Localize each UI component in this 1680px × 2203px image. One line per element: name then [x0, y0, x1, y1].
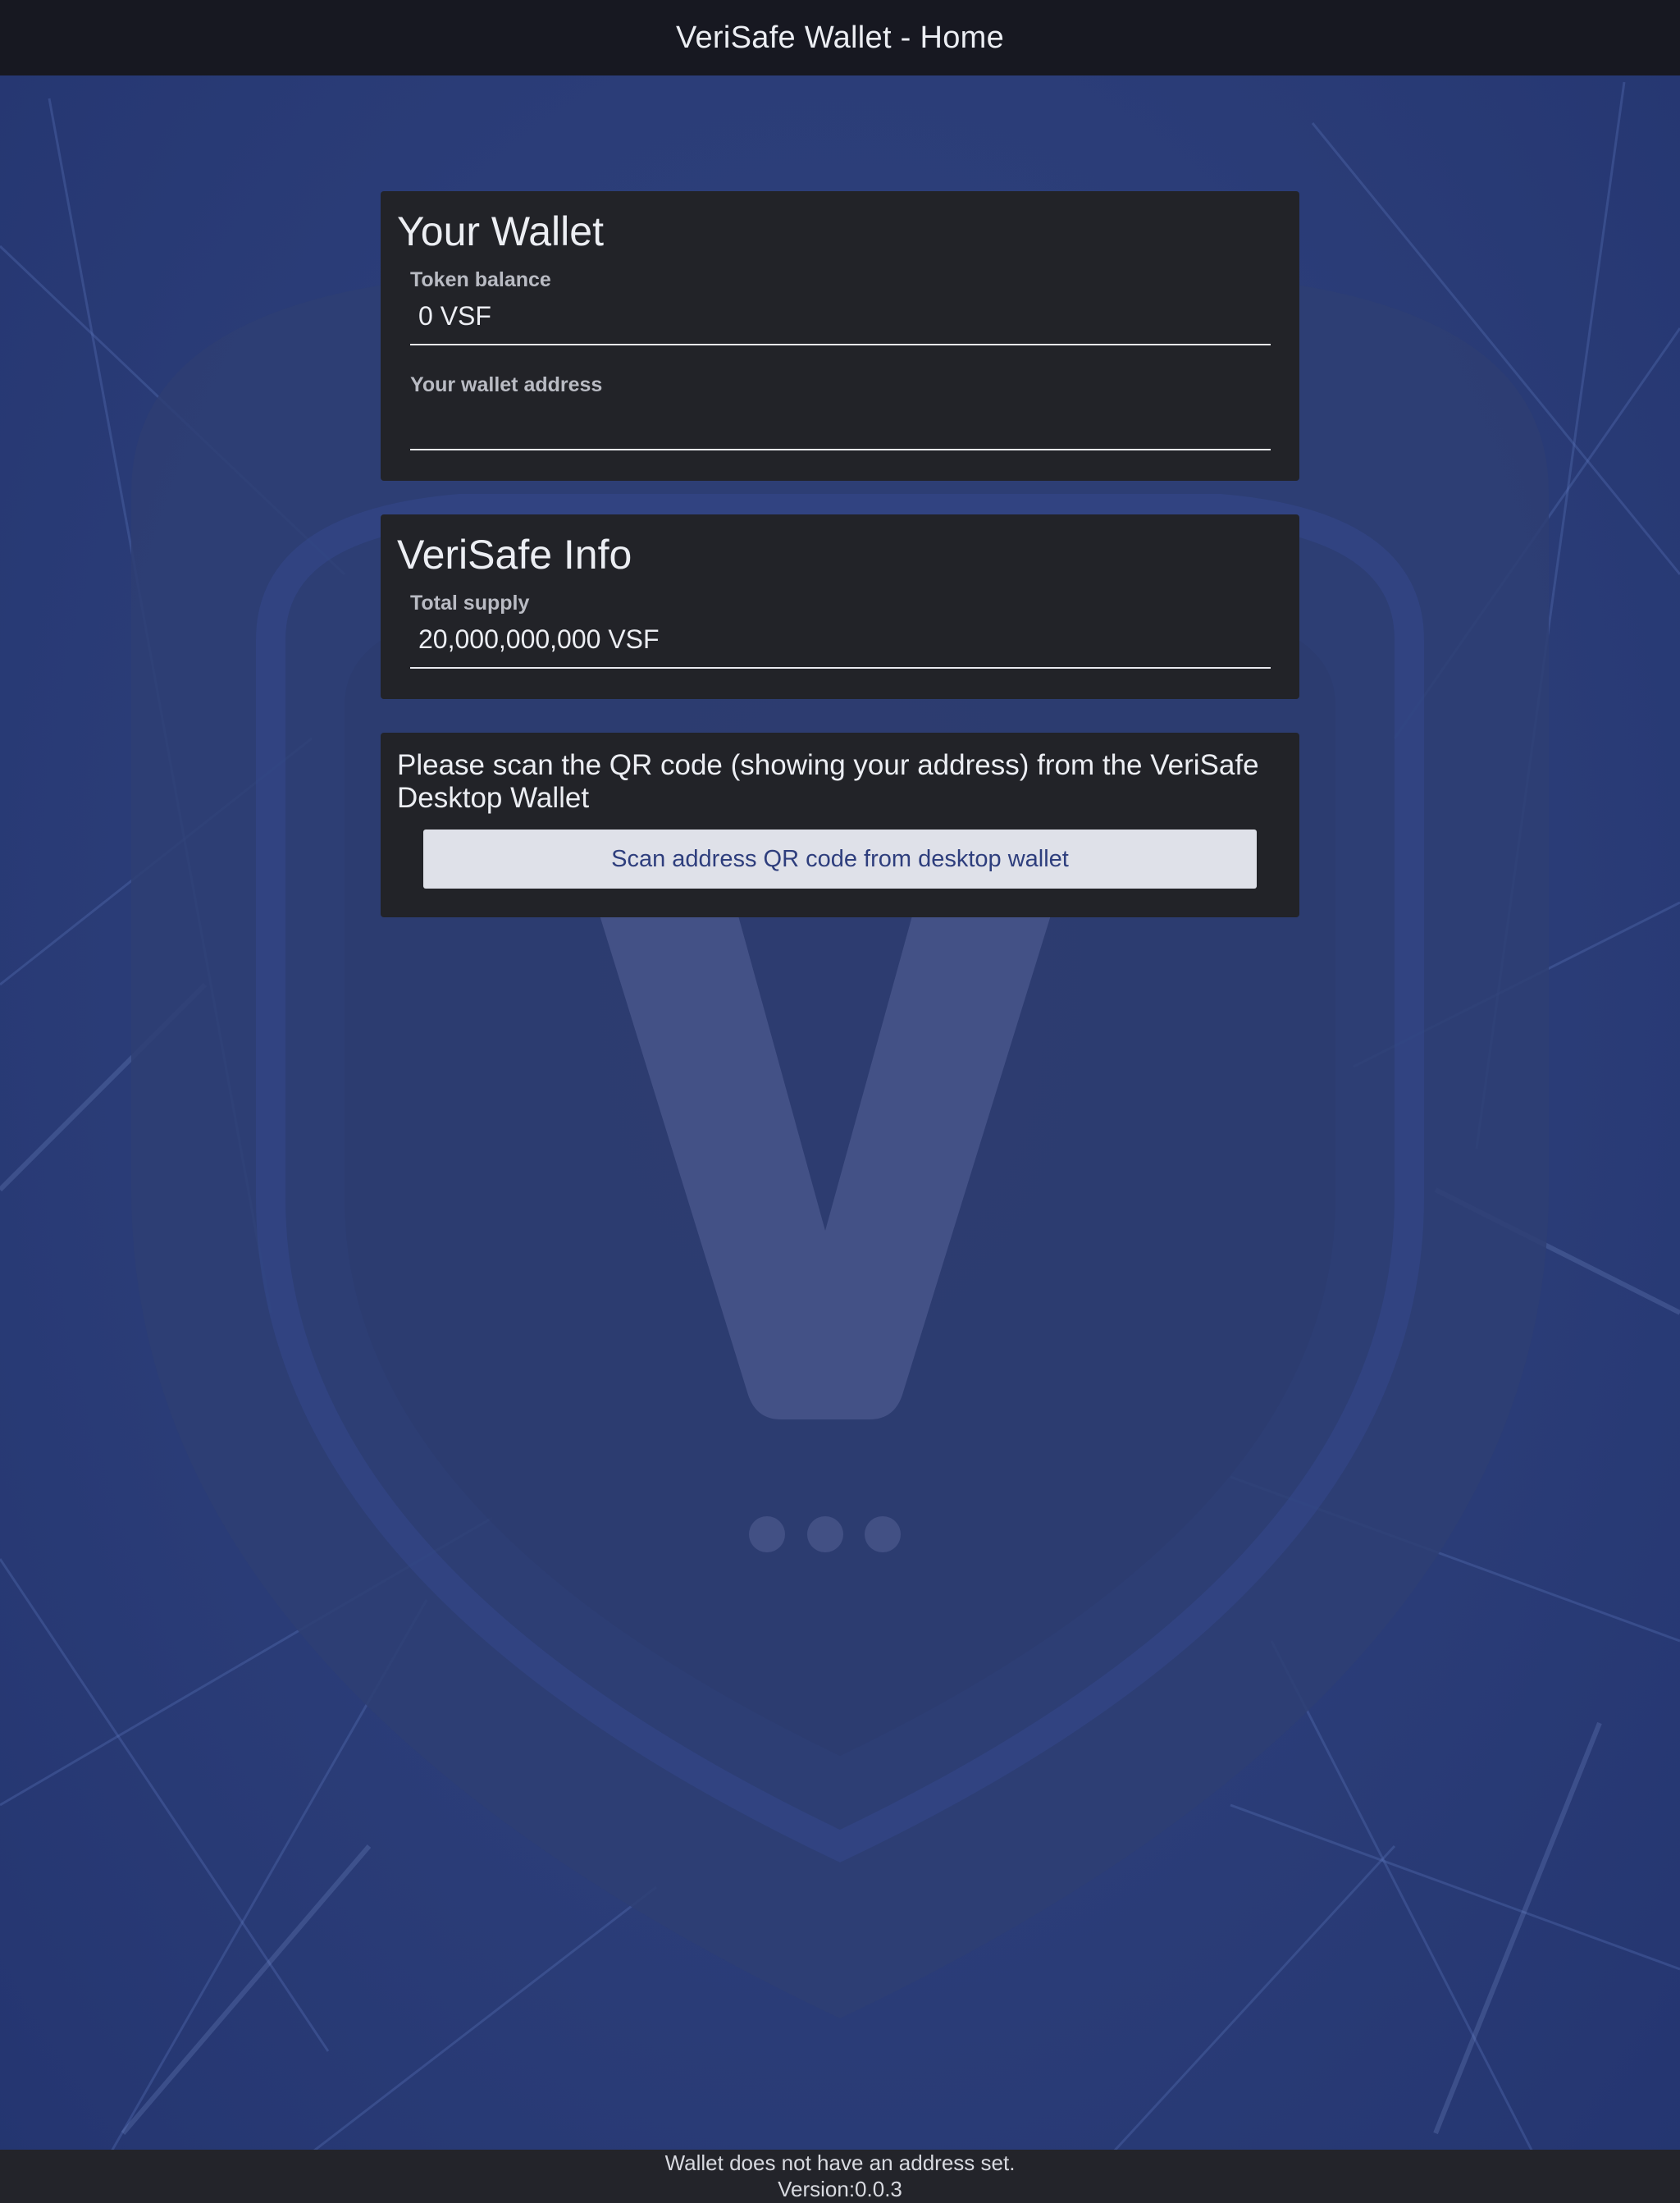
wallet-address-underline [410, 449, 1271, 450]
verisafe-info-card: VeriSafe Info Total supply 20,000,000,00… [381, 514, 1299, 699]
scan-qr-card: Please scan the QR code (showing your ad… [381, 733, 1299, 917]
info-card-title: VeriSafe Info [397, 532, 632, 578]
token-balance-underline [410, 344, 1271, 345]
version-text: Version:0.0.3 [778, 2177, 902, 2201]
wallet-card-title: Your Wallet [397, 208, 604, 254]
scan-instruction-text: Please scan the QR code (showing your ad… [397, 749, 1259, 814]
page-title: VeriSafe Wallet - Home [675, 20, 1005, 55]
status-footer: Wallet does not have an address set. Ver… [0, 2150, 1680, 2203]
total-supply-label: Total supply [410, 592, 530, 615]
wallet-address-label: Your wallet address [410, 373, 603, 396]
total-supply-underline [410, 667, 1271, 669]
token-balance-value: 0 VSF [418, 301, 491, 331]
wallet-status-text: Wallet does not have an address set. [664, 2150, 1016, 2175]
token-balance-label: Token balance [410, 268, 551, 291]
total-supply-value: 20,000,000,000 VSF [418, 624, 660, 654]
wallet-card: Your Wallet Token balance 0 VSF Your wal… [381, 191, 1299, 481]
app-header: VeriSafe Wallet - Home [0, 0, 1680, 75]
scan-qr-button[interactable]: Scan address QR code from desktop wallet [423, 830, 1257, 889]
